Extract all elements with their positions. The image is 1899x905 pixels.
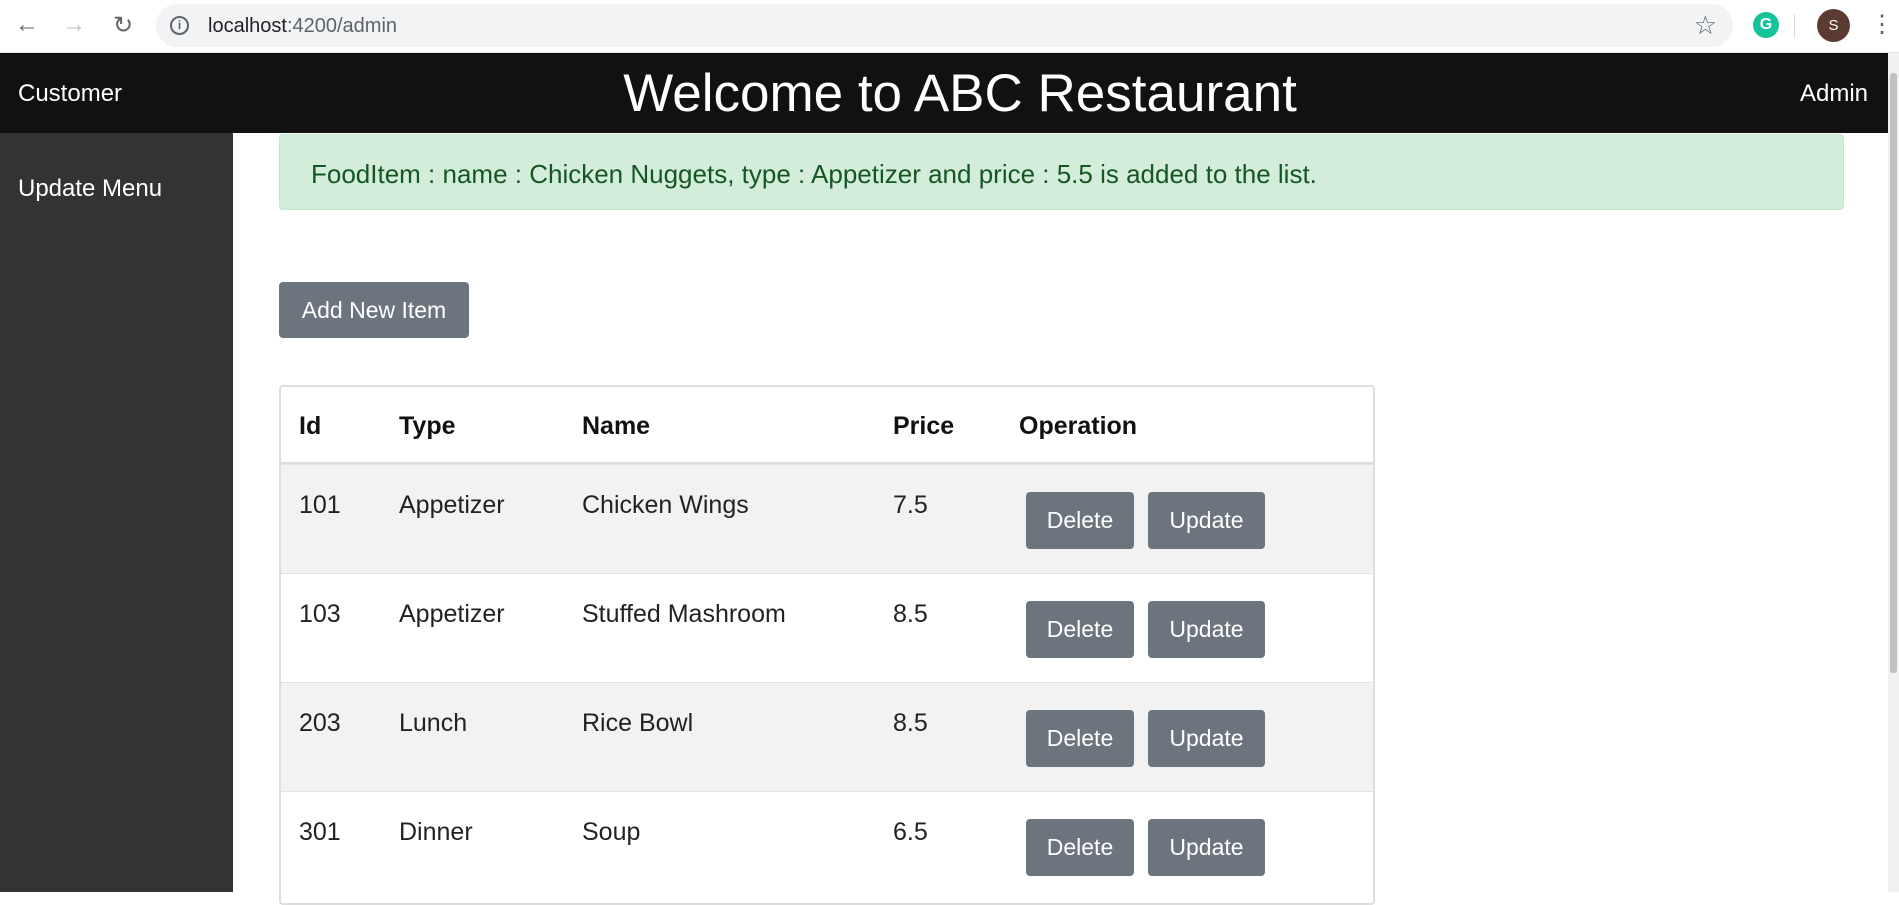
delete-button[interactable]: Delete — [1026, 819, 1134, 876]
cell-id: 103 — [299, 600, 341, 628]
table-row: 301 Dinner Soup 6.5 Delete Update — [281, 791, 1373, 900]
header-operation: Operation — [1019, 412, 1138, 440]
cell-type: Lunch — [399, 709, 468, 737]
page-title: Welcome to ABC Restaurant — [623, 64, 1297, 123]
table-row: 101 Appetizer Chicken Wings 7.5 Delete U… — [281, 464, 1373, 573]
header-name: Name — [582, 412, 651, 440]
delete-button[interactable]: Delete — [1026, 710, 1134, 767]
cell-name: Stuffed Mashroom — [582, 600, 786, 628]
cell-name: Soup — [582, 818, 641, 846]
url-text[interactable]: localhost:4200/admin — [208, 15, 397, 38]
menu-kebab-icon[interactable]: ⋮ — [1870, 10, 1894, 40]
cell-price: 7.5 — [893, 491, 928, 519]
cell-id: 101 — [299, 491, 341, 519]
page-scrollbar[interactable] — [1888, 53, 1899, 892]
update-button[interactable]: Update — [1148, 819, 1265, 876]
header-type: Type — [399, 412, 456, 440]
header-id: Id — [299, 412, 322, 440]
sidebar-item-update-menu[interactable]: Update Menu — [18, 175, 162, 203]
update-button[interactable]: Update — [1148, 492, 1265, 549]
success-alert: FoodItem : name : Chicken Nuggets, type … — [279, 134, 1844, 210]
alert-message: FoodItem : name : Chicken Nuggets, type … — [311, 159, 1317, 189]
cell-id: 301 — [299, 818, 341, 846]
nav-admin-link[interactable]: Admin — [1800, 80, 1868, 108]
cell-price: 8.5 — [893, 709, 928, 737]
cell-id: 203 — [299, 709, 341, 737]
bookmark-star-icon[interactable]: ☆ — [1694, 10, 1717, 41]
cell-name: Rice Bowl — [582, 709, 694, 737]
reload-icon[interactable]: ↻ — [106, 8, 140, 42]
url-path: :4200/admin — [286, 15, 398, 37]
url-host: localhost — [208, 15, 287, 37]
table-header: Id Type Name Price Operation — [281, 387, 1373, 464]
address-bar[interactable]: i localhost:4200/admin ☆ — [156, 4, 1733, 47]
sidebar: Update Menu — [0, 133, 233, 892]
cell-type: Appetizer — [399, 600, 505, 628]
scrollbar-thumb[interactable] — [1890, 73, 1897, 673]
app-navbar: Customer Welcome to ABC Restaurant Admin — [0, 53, 1888, 133]
cell-type: Appetizer — [399, 491, 505, 519]
delete-button[interactable]: Delete — [1026, 601, 1134, 658]
profile-avatar[interactable]: S — [1817, 9, 1850, 42]
header-price: Price — [893, 412, 955, 440]
forward-arrow-icon[interactable]: → — [57, 8, 91, 42]
cell-name: Chicken Wings — [582, 491, 749, 519]
table-row: 203 Lunch Rice Bowl 8.5 Delete Update — [281, 682, 1373, 791]
cell-price: 8.5 — [893, 600, 928, 628]
menu-table: Id Type Name Price Operation 101 Appetiz… — [279, 385, 1375, 905]
table-row: 103 Appetizer Stuffed Mashroom 8.5 Delet… — [281, 573, 1373, 682]
back-arrow-icon[interactable]: ← — [10, 8, 44, 42]
update-button[interactable]: Update — [1148, 710, 1265, 767]
browser-toolbar: ← → ↻ i localhost:4200/admin ☆ G S ⋮ — [0, 0, 1899, 53]
update-button[interactable]: Update — [1148, 601, 1265, 658]
toolbar-divider — [1794, 14, 1795, 38]
add-new-item-button[interactable]: Add New Item — [279, 282, 469, 338]
grammarly-extension-icon[interactable]: G — [1753, 12, 1779, 38]
cell-type: Dinner — [399, 818, 473, 846]
delete-button[interactable]: Delete — [1026, 492, 1134, 549]
cell-price: 6.5 — [893, 818, 928, 846]
info-icon[interactable]: i — [170, 16, 189, 35]
